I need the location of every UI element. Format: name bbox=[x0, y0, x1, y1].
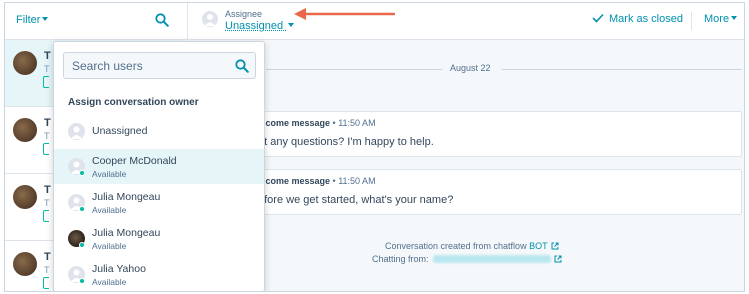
owner-status: Available bbox=[92, 205, 127, 215]
date-separator: August 22 bbox=[188, 62, 744, 76]
more-label: More bbox=[704, 13, 730, 25]
conversation-created-note: Conversation created from chatflow BOT bbox=[385, 241, 559, 251]
owner-name: Cooper McDonald bbox=[92, 155, 177, 167]
owner-option[interactable]: Julia Yahoo Available bbox=[54, 257, 264, 291]
divider bbox=[187, 3, 188, 40]
dropdown-heading: Assign conversation owner bbox=[68, 97, 199, 108]
user-search-box bbox=[63, 52, 256, 79]
status-badge bbox=[43, 76, 49, 88]
owner-name: Julia Mongeau bbox=[92, 191, 161, 203]
message-text: ot any questions? I'm happy to help. bbox=[258, 136, 434, 148]
owner-option[interactable]: Julia Mongeau Available bbox=[54, 185, 264, 220]
top-bar: Filter Assignee Unassigned Mark as close… bbox=[5, 3, 744, 40]
assignee-label: Assignee bbox=[225, 9, 263, 19]
owner-status: Available bbox=[92, 169, 127, 179]
message-meta: elcome message • 11:50 AM bbox=[258, 176, 376, 186]
owner-option[interactable]: Cooper McDonald Available bbox=[54, 149, 264, 184]
owner-name: Julia Mongeau bbox=[92, 227, 161, 239]
message-meta: elcome message • 11:50 AM bbox=[258, 118, 376, 128]
message-title: elcome message bbox=[258, 118, 331, 128]
assign-owner-dropdown: Assign conversation owner Unassigned Coo… bbox=[53, 41, 265, 291]
date-label: August 22 bbox=[450, 63, 491, 73]
available-status-icon bbox=[79, 206, 85, 212]
avatar bbox=[13, 185, 37, 209]
owner-name: Julia Yahoo bbox=[92, 263, 146, 275]
redacted-url[interactable] bbox=[432, 255, 551, 263]
avatar bbox=[13, 252, 37, 276]
more-dropdown[interactable]: More bbox=[704, 13, 738, 25]
chatting-from-note: Chatting from: bbox=[372, 254, 562, 264]
available-status-icon bbox=[79, 278, 85, 284]
owner-status: Available bbox=[92, 277, 127, 287]
available-status-icon bbox=[79, 242, 85, 248]
divider bbox=[502, 69, 742, 70]
filter-label: Filter bbox=[16, 14, 41, 26]
filter-dropdown[interactable]: Filter bbox=[16, 14, 49, 26]
thread-title: T bbox=[44, 184, 51, 196]
divider bbox=[691, 12, 692, 30]
avatar bbox=[13, 51, 37, 75]
status-badge bbox=[43, 277, 49, 289]
thread-title: T bbox=[44, 251, 51, 263]
user-icon bbox=[68, 123, 85, 140]
thread-preview: T bbox=[44, 265, 50, 275]
thread-title: T bbox=[44, 117, 51, 129]
owner-option[interactable]: Julia Mongeau Available bbox=[54, 221, 264, 256]
message-card: elcome message • 11:50 AM efore we get s… bbox=[234, 169, 742, 215]
status-badge bbox=[43, 210, 49, 222]
assignee-dropdown[interactable]: Unassigned bbox=[225, 20, 295, 32]
divider bbox=[266, 69, 442, 70]
chevron-down-icon bbox=[731, 16, 738, 20]
created-text: Conversation created from chatflow bbox=[385, 241, 527, 251]
thread-preview: T bbox=[44, 198, 50, 208]
search-users-input[interactable] bbox=[64, 53, 229, 78]
search-icon[interactable] bbox=[235, 59, 249, 73]
owner-option-unassigned[interactable]: Unassigned bbox=[54, 114, 264, 149]
thread-title: T bbox=[44, 50, 51, 62]
message-text: efore we get started, what's your name? bbox=[258, 194, 454, 206]
inbox-frame: Filter Assignee Unassigned Mark as close… bbox=[4, 2, 745, 292]
user-icon bbox=[202, 11, 218, 27]
external-link-icon[interactable] bbox=[551, 242, 559, 250]
status-badge bbox=[43, 143, 49, 155]
chatting-from-label: Chatting from: bbox=[372, 254, 429, 264]
message-time: 11:50 AM bbox=[338, 176, 376, 186]
message-card: elcome message • 11:50 AM ot any questio… bbox=[234, 111, 742, 157]
chevron-down-icon bbox=[42, 17, 49, 21]
thread-preview: T bbox=[44, 64, 50, 74]
conversation-panel: August 22 elcome message • 11:50 AM ot a… bbox=[188, 40, 744, 291]
chatflow-link[interactable]: BOT bbox=[529, 241, 548, 251]
mark-as-closed-label: Mark as closed bbox=[609, 13, 683, 25]
assignee-value: Unassigned bbox=[225, 20, 284, 32]
mark-as-closed-button[interactable]: Mark as closed bbox=[592, 13, 683, 25]
external-link-icon[interactable] bbox=[554, 255, 562, 263]
chevron-down-icon bbox=[288, 23, 295, 27]
avatar bbox=[13, 118, 37, 142]
message-time: 11:50 AM bbox=[338, 118, 376, 128]
search-icon[interactable] bbox=[155, 13, 169, 27]
check-icon bbox=[592, 13, 604, 23]
thread-preview: T bbox=[44, 131, 50, 141]
owner-status: Available bbox=[92, 241, 127, 251]
message-title: elcome message bbox=[258, 176, 331, 186]
owner-name: Unassigned bbox=[92, 125, 148, 137]
available-status-icon bbox=[79, 170, 85, 176]
callout-arrow-icon bbox=[294, 8, 395, 20]
